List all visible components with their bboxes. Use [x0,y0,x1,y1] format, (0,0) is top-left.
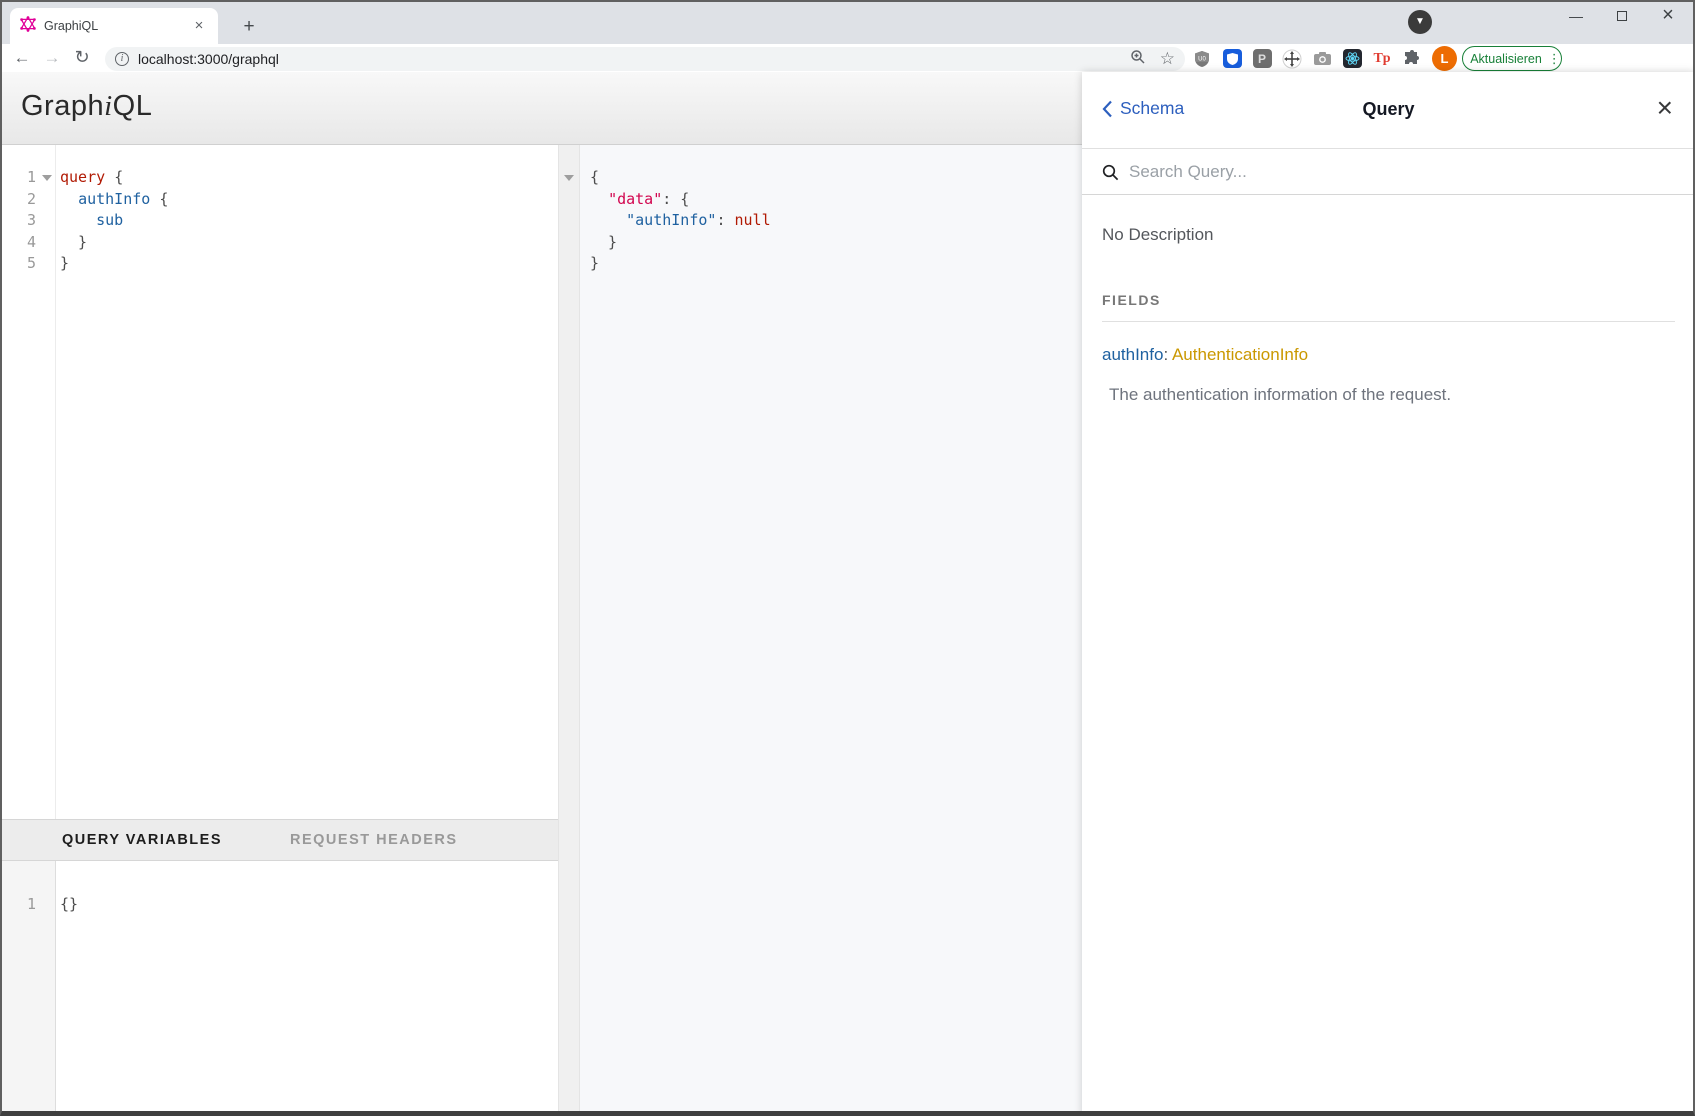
field-type-link[interactable]: AuthenticationInfo [1172,345,1308,364]
line-number: 1 [0,894,36,916]
query-editor[interactable]: 12345 query { authInfo { sub }} [0,145,558,819]
line-number [558,167,580,189]
new-tab-button[interactable]: + [236,14,262,40]
tampermonkey-tp-extension-icon[interactable]: Tp [1372,49,1392,69]
type-description: No Description [1102,225,1675,245]
search-icon [1102,164,1119,181]
bitwarden-extension-icon[interactable] [1222,49,1242,69]
doc-search-input[interactable] [1129,162,1529,182]
fold-arrow-icon[interactable] [42,175,52,181]
tab-query-variables[interactable]: QUERY VARIABLES [62,832,222,848]
code-line: query { [60,167,558,189]
code-line: sub [60,210,558,232]
svg-text:U0: U0 [1198,56,1206,62]
result-viewer[interactable]: { "data": { "authInfo": null }} [558,145,1082,1116]
doc-explorer-panel: Schema Query × No Description FIELDS aut… [1082,72,1695,1116]
doc-explorer-header: Schema Query × [1082,72,1695,149]
bookmark-star-icon[interactable]: ☆ [1160,49,1175,69]
window-maximize-button[interactable] [1599,0,1645,31]
extensions-puzzle-icon[interactable] [1402,49,1422,69]
graphql-favicon-icon [20,16,36,37]
doc-search-box [1082,150,1695,195]
tab-title: GraphiQL [44,19,190,33]
code-line: "data": { [590,189,1082,211]
fields-heading: FIELDS [1102,292,1675,322]
line-number [558,253,580,275]
ublock-extension-icon[interactable]: U0 [1192,49,1212,69]
secondary-editor-tabbar: QUERY VARIABLES REQUEST HEADERS [0,819,558,861]
code-line: {} [60,894,558,916]
code-line: "authInfo": null [590,210,1082,232]
code-line: } [60,253,558,275]
query-pane: 12345 query { authInfo { sub }} QUERY VA… [0,145,558,1116]
line-number: 5 [0,253,36,275]
react-devtools-extension-icon[interactable] [1342,49,1362,69]
line-number [558,232,580,254]
code-line: } [590,253,1082,275]
line-number: 1 [0,167,36,189]
browser-tab-strip: GraphiQL × + ▼ — × [0,0,1695,44]
browser-toolbar: ← → ↻ i localhost:3000/graphql ☆ U0 P [0,44,1695,73]
code-line: { [590,167,1082,189]
line-number: 4 [0,232,36,254]
site-info-icon[interactable]: i [115,52,129,66]
result-pane: { "data": { "authInfo": null }} [558,145,1082,1116]
profile-avatar[interactable]: L [1432,46,1457,71]
line-number [558,210,580,232]
fold-arrow-icon[interactable] [564,175,574,181]
maximize-icon [1617,11,1627,21]
code-line: authInfo { [60,189,558,211]
url-text: localhost:3000/graphql [138,51,1116,67]
window-minimize-button[interactable]: — [1553,0,1599,31]
browser-tab[interactable]: GraphiQL × [10,8,218,44]
code-line: } [590,232,1082,254]
line-number: 2 [0,189,36,211]
kebab-menu-icon[interactable]: ⋮ [1548,56,1554,61]
forward-icon[interactable]: → [38,44,66,73]
doc-close-icon[interactable]: × [1657,94,1673,122]
line-number [558,189,580,211]
field-description: The authentication information of the re… [1109,385,1675,405]
reload-icon[interactable]: ↻ [68,44,96,73]
doc-explorer-title: Query [1082,99,1695,120]
address-bar[interactable]: i localhost:3000/graphql ☆ [105,47,1185,71]
field-row: authInfo: AuthenticationInfo [1102,345,1675,365]
p-extension-icon[interactable]: P [1252,49,1272,69]
doc-explorer-body: No Description FIELDS authInfo: Authenti… [1082,196,1695,1116]
back-icon[interactable]: ← [8,44,36,73]
download-status-icon[interactable]: ▼ [1408,10,1432,34]
zoom-page-icon[interactable] [1130,49,1146,69]
line-number: 3 [0,210,36,232]
window-close-button[interactable]: × [1645,0,1691,31]
screenshot-extension-icon[interactable] [1312,49,1332,69]
tab-request-headers[interactable]: REQUEST HEADERS [290,832,458,848]
move-tool-extension-icon[interactable] [1282,49,1302,69]
tab-close-icon[interactable]: × [190,17,208,35]
variables-editor[interactable]: 1 {} [0,861,558,1116]
update-page-action-button[interactable]: Aktualisieren ⋮ [1462,46,1562,71]
graphiql-logo: GraphiQL [21,90,152,123]
code-line: } [60,232,558,254]
field-name-link[interactable]: authInfo [1102,345,1163,364]
